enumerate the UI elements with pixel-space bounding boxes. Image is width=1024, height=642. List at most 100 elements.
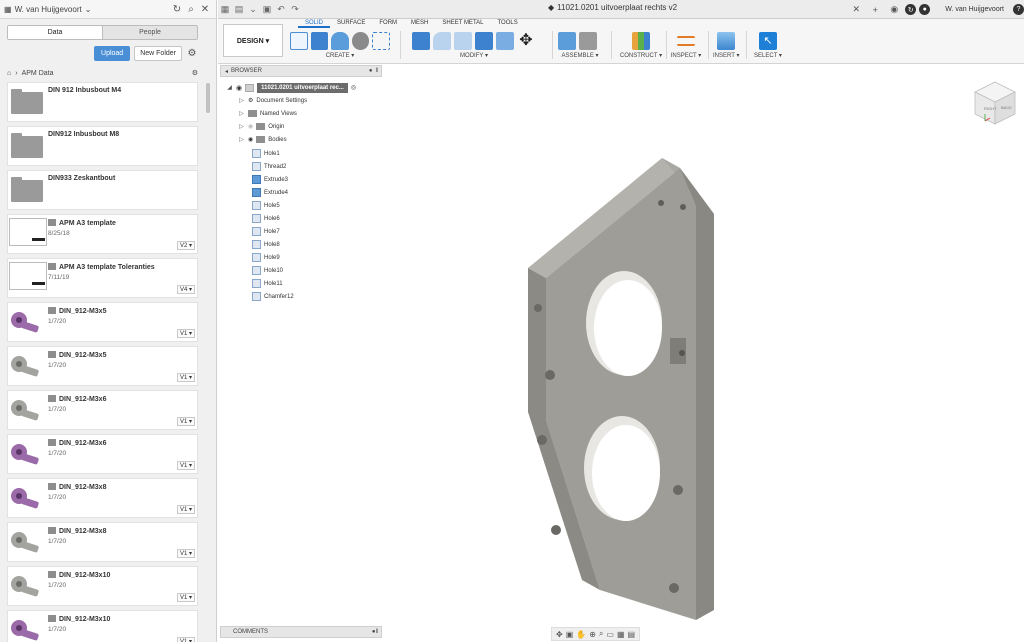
select-label[interactable]: SELECT ▾ bbox=[753, 52, 783, 59]
tree-item-feature[interactable]: Hole9 bbox=[252, 252, 280, 263]
list-item[interactable]: DIN_912-M3x6 1/7/20 V1 ▾ bbox=[7, 434, 198, 474]
viewports-icon[interactable]: ▤ bbox=[628, 630, 636, 639]
select-cursor-icon[interactable]: ↖ bbox=[759, 31, 777, 50]
tree-item-feature[interactable]: Extrude4 bbox=[252, 187, 288, 198]
workspace-switcher[interactable]: DESIGN ▾ bbox=[223, 24, 283, 57]
help-icon[interactable]: ? bbox=[1013, 4, 1024, 15]
tab-mesh[interactable]: MESH bbox=[404, 20, 435, 28]
expand-icon[interactable]: ◢ bbox=[226, 84, 233, 91]
list-item[interactable]: DIN912 Inbusbout M8 bbox=[7, 126, 198, 166]
press-pull-icon[interactable] bbox=[412, 31, 430, 50]
tree-root[interactable]: ◢ ◉ 11021.0201 uitvoerplaat rec... ◎ bbox=[226, 82, 356, 93]
tree-item-feature[interactable]: Hole1 bbox=[252, 148, 280, 159]
chamfer-icon[interactable] bbox=[454, 31, 472, 50]
upload-button[interactable]: Upload bbox=[94, 45, 131, 61]
eye-icon[interactable]: ◉ bbox=[248, 136, 253, 143]
pattern-icon[interactable] bbox=[372, 31, 390, 50]
create-label[interactable]: CREATE ▾ bbox=[290, 52, 390, 59]
tree-item-feature[interactable]: Hole6 bbox=[252, 213, 280, 224]
version-badge[interactable]: V1 ▾ bbox=[176, 417, 195, 426]
tree-item-origin[interactable]: ▷ ◉ Origin bbox=[238, 121, 284, 132]
collapse-panel-icon[interactable]: ‖ bbox=[376, 68, 378, 74]
insert-label[interactable]: INSERT ▾ bbox=[713, 52, 739, 59]
tab-sheet-metal[interactable]: SHEET METAL bbox=[435, 20, 490, 28]
comments-panel[interactable]: COMMENTS ● ‖ bbox=[220, 626, 382, 638]
collapse-icon[interactable]: ◂ bbox=[225, 68, 228, 75]
list-item[interactable]: APM A3 template Toleranties 7/11/19 V4 ▾ bbox=[7, 258, 198, 298]
fillet-icon[interactable] bbox=[433, 31, 451, 50]
viewcube-back[interactable]: BACK bbox=[1001, 105, 1012, 110]
list-item[interactable]: DIN_912-M3x5 1/7/20 V1 ▾ bbox=[7, 346, 198, 386]
expand-icon[interactable]: ▷ bbox=[238, 136, 245, 143]
home-icon[interactable]: ⌂ bbox=[7, 70, 11, 77]
offset-plane-icon[interactable] bbox=[632, 31, 650, 50]
move-icon[interactable]: ✥ bbox=[517, 32, 535, 50]
tree-item-feature[interactable]: Thread2 bbox=[252, 161, 286, 172]
grid-settings-icon[interactable]: ▦ bbox=[617, 630, 625, 639]
version-badge[interactable]: V4 ▾ bbox=[176, 285, 195, 294]
construct-label[interactable]: CONSTRUCT ▾ bbox=[618, 52, 664, 59]
tab-solid[interactable]: SOLID bbox=[298, 20, 331, 28]
measure-icon[interactable] bbox=[677, 35, 695, 46]
insert-image-icon[interactable] bbox=[717, 31, 735, 50]
look-at-icon[interactable]: ▣ bbox=[566, 630, 574, 639]
settings-icon[interactable]: ⚙ bbox=[192, 69, 198, 77]
assemble-label[interactable]: ASSEMBLE ▾ bbox=[558, 52, 602, 59]
tree-item-feature[interactable]: Extrude3 bbox=[252, 174, 288, 185]
close-icon[interactable]: ✕ bbox=[198, 2, 212, 16]
document-tab[interactable]: ◆ 11021.0201 uitvoerplaat rechts v2 bbox=[548, 3, 677, 12]
version-badge[interactable]: V1 ▾ bbox=[176, 329, 195, 338]
list-item[interactable]: DIN_912-M3x8 1/7/20 V1 ▾ bbox=[7, 522, 198, 562]
extrude-icon[interactable] bbox=[310, 31, 329, 50]
gear-icon[interactable]: ⚙ bbox=[186, 47, 198, 59]
save-icon[interactable]: ▣ bbox=[260, 4, 274, 15]
job-status-icon[interactable]: ↻ bbox=[905, 4, 917, 15]
list-item[interactable]: DIN_912-M3x8 1/7/20 V1 ▾ bbox=[7, 478, 198, 518]
list-item[interactable]: DIN933 Zeskantbout bbox=[7, 170, 198, 210]
version-badge[interactable]: V1 ▾ bbox=[176, 505, 195, 514]
version-badge[interactable]: V1 ▾ bbox=[176, 461, 195, 470]
version-badge[interactable]: V1 ▾ bbox=[176, 637, 195, 642]
user-menu[interactable]: ▦ W. van Huijgevoort ⌄ bbox=[4, 5, 170, 14]
expand-icon[interactable]: ▷ bbox=[238, 123, 245, 130]
hole-icon[interactable] bbox=[351, 31, 370, 50]
list-item[interactable]: APM A3 template 8/25/18 V2 ▾ bbox=[7, 214, 198, 254]
version-badge[interactable]: V1 ▾ bbox=[176, 373, 195, 382]
zoom-icon[interactable]: ⊕ bbox=[589, 630, 596, 639]
orbit-icon[interactable]: ✥ bbox=[556, 630, 563, 639]
tab-data[interactable]: Data bbox=[8, 26, 102, 39]
tree-item-document-settings[interactable]: ▷ ⚙ Document Settings bbox=[238, 95, 307, 106]
tab-tools[interactable]: TOOLS bbox=[491, 20, 525, 28]
joint-icon[interactable] bbox=[579, 31, 597, 50]
grid-icon[interactable]: ▦ bbox=[218, 4, 232, 15]
tab-form[interactable]: FORM bbox=[372, 20, 404, 28]
options-icon[interactable]: ● bbox=[369, 68, 373, 74]
tab-people[interactable]: People bbox=[102, 26, 197, 39]
tree-item-feature[interactable]: Hole10 bbox=[252, 265, 283, 276]
extensions-icon[interactable]: ◉ bbox=[886, 2, 902, 18]
close-tab-icon[interactable]: ✕ bbox=[848, 2, 864, 18]
tree-item-named-views[interactable]: ▷ Named Views bbox=[238, 108, 297, 119]
tree-item-bodies[interactable]: ▷ ◉ Bodies bbox=[238, 134, 287, 145]
collapse-panel-icon[interactable]: ‖ bbox=[376, 629, 378, 635]
notifications-icon[interactable]: ● bbox=[919, 4, 931, 15]
file-icon[interactable]: ▤ bbox=[232, 4, 246, 15]
tree-item-feature[interactable]: Hole11 bbox=[252, 278, 283, 289]
inspect-label[interactable]: INSPECT ▾ bbox=[670, 52, 702, 59]
tree-item-feature[interactable]: Hole8 bbox=[252, 239, 280, 250]
version-badge[interactable]: V1 ▾ bbox=[176, 549, 195, 558]
scrollbar[interactable] bbox=[206, 83, 210, 113]
list-item[interactable]: DIN_912-M3x10 1/7/20 V1 ▾ bbox=[7, 566, 198, 606]
pan-icon[interactable]: ✋ bbox=[576, 630, 586, 639]
chevron-down-icon[interactable]: ⌄ bbox=[246, 4, 260, 15]
part-model[interactable] bbox=[518, 150, 738, 620]
tree-item-feature[interactable]: Hole5 bbox=[252, 200, 280, 211]
undo-icon[interactable]: ↶ bbox=[274, 4, 288, 15]
list-item[interactable]: DIN_912-M3x6 1/7/20 V1 ▾ bbox=[7, 390, 198, 430]
fit-icon[interactable]: ⌕ bbox=[599, 629, 603, 639]
tree-item-feature[interactable]: Hole7 bbox=[252, 226, 280, 237]
expand-icon[interactable]: ▷ bbox=[238, 97, 245, 104]
browser-header[interactable]: ◂ BROWSER ● ‖ bbox=[220, 65, 382, 77]
user-account[interactable]: W. van Huijgevoort bbox=[945, 6, 1004, 13]
activate-icon[interactable]: ◎ bbox=[351, 84, 356, 91]
